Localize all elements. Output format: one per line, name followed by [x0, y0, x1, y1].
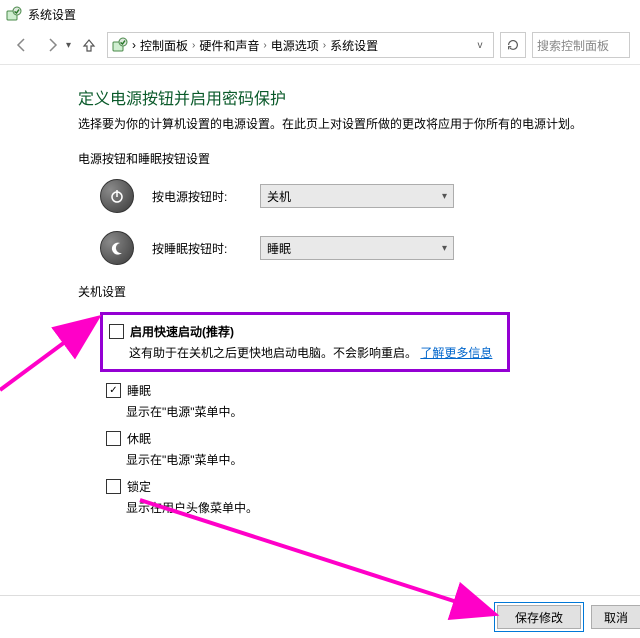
breadcrumb-item[interactable]: 硬件和声音 › [199, 37, 266, 54]
checkbox-sleep[interactable] [106, 383, 121, 398]
select-value: 睡眠 [267, 240, 291, 257]
chevron-right-icon: › [323, 40, 326, 51]
address-dropdown-icon[interactable]: v [471, 34, 489, 56]
sleep-button-select[interactable]: 睡眠 ▾ [260, 236, 454, 260]
checkbox-label-lock: 锁定 [127, 478, 151, 495]
address-bar[interactable]: › 控制面板 › 硬件和声音 › 电源选项 › 系统设置 v [107, 32, 494, 58]
save-button[interactable]: 保存修改 [497, 605, 581, 629]
page-heading: 定义电源按钮并启用密码保护 [78, 85, 640, 109]
search-placeholder: 搜索控制面板 [537, 37, 609, 54]
checkbox-hibernate[interactable] [106, 431, 121, 446]
section-shutdown: 关机设置 [78, 283, 640, 300]
refresh-button[interactable] [500, 32, 526, 58]
nav-bar: ▾ › 控制面板 › 硬件和声音 › 电源选项 › 系统设置 v [0, 28, 640, 62]
window-title: 系统设置 [28, 6, 76, 23]
power-icon [100, 179, 134, 213]
breadcrumb-label: 控制面板 [140, 37, 188, 54]
breadcrumb-item[interactable]: 系统设置 [330, 37, 378, 54]
cancel-button[interactable]: 取消 [591, 605, 640, 629]
address-icon [112, 37, 128, 53]
footer-bar: 保存修改 取消 [0, 595, 640, 638]
sleep-icon [100, 231, 134, 265]
checkbox-fast-startup[interactable] [109, 324, 124, 339]
checkbox-lock[interactable] [106, 479, 121, 494]
lock-desc: 显示在用户头像菜单中。 [126, 499, 640, 516]
content-area: 定义电源按钮并启用密码保护 选择要为你的计算机设置的电源设置。在此页上对设置所做… [0, 65, 640, 516]
app-icon [6, 6, 22, 22]
highlight-fast-startup: 启用快速启动(推荐) 这有助于在关机之后更快地启动电脑。不会影响重启。 了解更多… [100, 312, 510, 372]
history-dropdown-icon[interactable]: ▾ [66, 40, 71, 51]
breadcrumb-label: 硬件和声音 [199, 37, 259, 54]
chevron-right-icon: › [192, 40, 195, 51]
breadcrumb-item[interactable]: 控制面板 › [140, 37, 195, 54]
checkbox-label-fast-startup: 启用快速启动(推荐) [130, 323, 234, 340]
breadcrumb-item[interactable]: 电源选项 › [271, 37, 326, 54]
hibernate-desc: 显示在"电源"菜单中。 [126, 451, 640, 468]
chevron-down-icon: ▾ [442, 191, 447, 202]
power-button-label: 按电源按钮时: [152, 188, 242, 205]
breadcrumb-label: 系统设置 [330, 37, 378, 54]
section-power-buttons: 电源按钮和睡眠按钮设置 [78, 150, 640, 167]
checkbox-label-sleep: 睡眠 [127, 382, 151, 399]
power-button-select[interactable]: 关机 ▾ [260, 184, 454, 208]
sleep-desc: 显示在"电源"菜单中。 [126, 403, 640, 420]
up-button[interactable] [77, 33, 101, 57]
back-button[interactable] [10, 33, 34, 57]
learn-more-link[interactable]: 了解更多信息 [420, 346, 492, 360]
search-input[interactable]: 搜索控制面板 [532, 32, 630, 58]
chevron-down-icon: ▾ [442, 243, 447, 254]
chevron-right-icon: › [132, 38, 136, 52]
title-bar: 系统设置 [0, 0, 640, 28]
sleep-button-label: 按睡眠按钮时: [152, 240, 242, 257]
page-subheading: 选择要为你的计算机设置的电源设置。在此页上对设置所做的更改将应用于你所有的电源计… [78, 115, 640, 132]
sleep-button-row: 按睡眠按钮时: 睡眠 ▾ [100, 231, 640, 265]
power-button-row: 按电源按钮时: 关机 ▾ [100, 179, 640, 213]
checkbox-label-hibernate: 休眠 [127, 430, 151, 447]
fast-startup-desc: 这有助于在关机之后更快地启动电脑。不会影响重启。 了解更多信息 [129, 344, 507, 361]
breadcrumb-label: 电源选项 [271, 37, 319, 54]
chevron-right-icon: › [263, 40, 266, 51]
select-value: 关机 [267, 188, 291, 205]
forward-button[interactable] [40, 33, 64, 57]
